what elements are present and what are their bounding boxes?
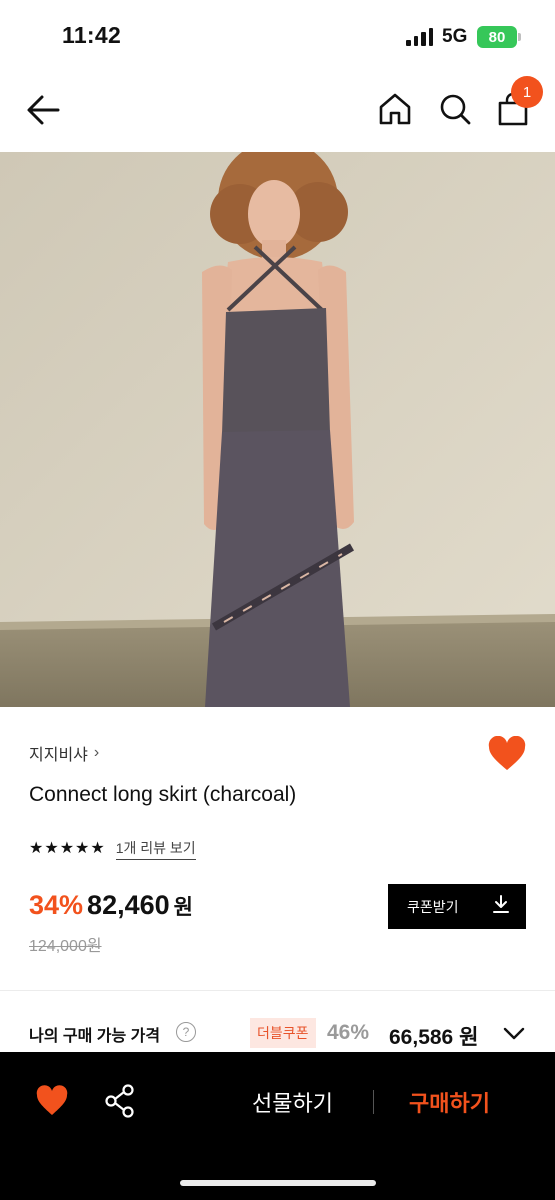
network-label: 5G [442, 26, 468, 47]
star-icon: ★ [29, 840, 44, 857]
battery-cap [518, 33, 521, 41]
star-icon: ★ [44, 840, 59, 857]
product-title: Connect long skirt (charcoal) [29, 783, 297, 806]
battery-level: 80 [488, 28, 506, 46]
star-icon: ★ [90, 840, 105, 857]
original-price: 124,000원 [29, 938, 102, 955]
rating-row: ★ ★ ★ ★ ★ 1개 리뷰 보기 [29, 838, 196, 860]
sale-price-unit: 원 [173, 896, 193, 919]
home-indicator [180, 1180, 376, 1186]
home-icon[interactable] [377, 90, 413, 128]
gift-button[interactable]: 선물하기 [252, 1086, 333, 1118]
brand-link[interactable]: 지지비샤 › [29, 741, 99, 765]
double-coupon-badge: 더블쿠폰 [250, 1018, 316, 1048]
chevron-down-icon[interactable] [500, 1022, 528, 1044]
search-icon[interactable] [437, 90, 473, 128]
my-price-label: 나의 구매 가능 가격 [29, 1028, 161, 1045]
star-icon: ★ [59, 840, 75, 857]
my-price-row[interactable]: 나의 구매 가능 가격 ? 더블쿠폰 46% 66,586 원 [0, 1010, 555, 1056]
my-price-discount: 46% [327, 1021, 370, 1044]
status-bar: 11:42 5G 80 [0, 0, 555, 70]
nav-header [0, 70, 555, 150]
battery-icon: 80 [477, 26, 517, 48]
bottom-action-bar: 선물하기 구매하기 [0, 1052, 555, 1200]
price-row: 34% 82,460 원 [29, 890, 193, 921]
brand-name: 지지비샤 [29, 747, 88, 764]
heart-icon[interactable] [487, 735, 527, 772]
review-link[interactable]: 1개 리뷰 보기 [115, 838, 196, 860]
back-arrow-icon[interactable] [24, 92, 64, 128]
my-price-unit: 원 [459, 1026, 479, 1049]
coupon-button-label: 쿠폰받기 [407, 898, 459, 915]
chevron-right-icon: › [93, 744, 100, 761]
download-icon [492, 894, 510, 919]
cart-count-badge: 1 [511, 76, 543, 108]
section-divider [0, 990, 555, 991]
bottom-divider [373, 1090, 374, 1114]
product-image[interactable] [0, 152, 555, 707]
discount-rate: 34% [29, 890, 84, 920]
status-time: 11:42 [62, 22, 122, 48]
star-icon: ★ [75, 840, 90, 857]
share-icon[interactable] [104, 1084, 136, 1118]
my-price-number: 66,586 [389, 1026, 454, 1049]
signal-icon [406, 28, 433, 46]
heart-icon[interactable] [35, 1085, 69, 1117]
coupon-download-button[interactable]: 쿠폰받기 [388, 884, 526, 929]
help-icon[interactable]: ? [176, 1022, 196, 1042]
rating-stars: ★ ★ ★ ★ ★ [29, 841, 105, 857]
my-price-value: 66,586 원 [389, 1021, 478, 1051]
sale-price: 82,460 [87, 890, 170, 920]
buy-button[interactable]: 구매하기 [409, 1086, 490, 1118]
